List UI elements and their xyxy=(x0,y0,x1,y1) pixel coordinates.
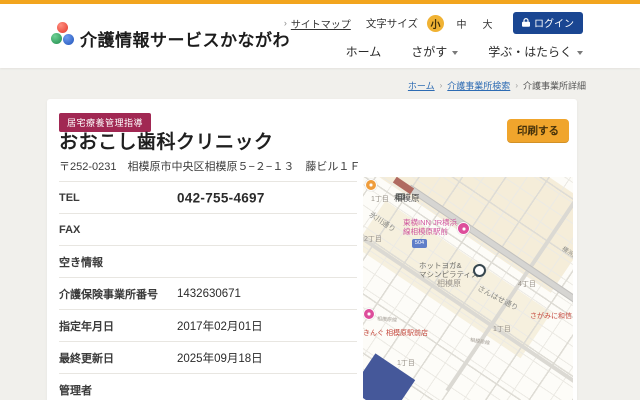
nav-item-home[interactable]: ホーム xyxy=(346,43,382,60)
map-label: 4丁目 xyxy=(518,281,536,288)
map-label: 2丁目 xyxy=(364,236,382,243)
detail-row-office-number: 介護保険事業所番号 1432630671 xyxy=(59,277,357,309)
station-label: 相模原 JR xyxy=(394,193,420,203)
nav-item-learn-work[interactable]: 学ぶ・はたらく xyxy=(488,43,583,60)
tel-value: 042-755-4697 xyxy=(177,190,265,205)
print-button[interactable]: 印刷する xyxy=(507,119,569,143)
detail-row-tel: TEL 042-755-4697 xyxy=(59,181,357,213)
chevron-right-icon: › xyxy=(439,81,443,90)
site-title: 介護情報サービスかながわ xyxy=(80,31,290,50)
breadcrumb: ホーム › 介護事業所検索 › 介護事業所詳細 xyxy=(408,79,586,92)
breadcrumb-link-home[interactable]: ホーム xyxy=(408,79,435,92)
main-nav: ホーム さがす 学ぶ・はたらく xyxy=(346,43,583,60)
chevron-down-icon xyxy=(452,50,459,55)
shop-label: さがみに和信 xyxy=(530,313,572,320)
login-button[interactable]: ログイン xyxy=(513,12,583,34)
hotel-marker-icon[interactable] xyxy=(457,222,470,235)
chevron-down-icon xyxy=(577,50,583,55)
utility-bar: › サイトマップ 文字サイズ 小 中 大 ログイン xyxy=(283,12,583,34)
facility-address: 〒252-0231 相模原市中央区相模原５−２−１３ 藤ビル１Ｆ xyxy=(59,161,361,173)
detail-row-designation-date: 指定年月日 2017年02月01日 xyxy=(59,309,357,341)
detail-row-last-updated: 最終更新日 2025年09月18日 xyxy=(59,341,357,373)
detail-row-manager: 管理者 xyxy=(59,373,357,400)
map-label: 1丁目 xyxy=(493,326,511,333)
location-map[interactable]: 1丁目 相模原 JR 氷川通り 2丁目 東横INN JR横浜 線相模原駅前 504 … xyxy=(363,177,573,400)
site-logo-icon xyxy=(50,21,76,49)
login-label: ログイン xyxy=(534,19,574,30)
facility-name: おおこし歯科クリニック xyxy=(59,132,274,153)
map-label: 1丁目 xyxy=(397,360,415,367)
place-marker-icon[interactable] xyxy=(473,264,486,277)
sitemap-link[interactable]: サイトマップ xyxy=(291,16,351,31)
header: 介護情報サービスかながわ › サイトマップ 文字サイズ 小 中 大 ログイン ホ… xyxy=(0,4,640,68)
nav-item-search[interactable]: さがす xyxy=(411,43,459,60)
facility-detail-card: 居宅療養管理指導 印刷する おおこし歯科クリニック 〒252-0231 相模原市… xyxy=(47,99,577,400)
breadcrumb-link-search[interactable]: 介護事業所検索 xyxy=(447,79,510,92)
font-size-label: 文字サイズ xyxy=(365,17,418,30)
area-label: 相模原 xyxy=(437,279,461,288)
restaurant-marker-icon[interactable] xyxy=(365,179,377,191)
shop-label: 焼肉きんぐ 相模原駅前店 xyxy=(363,330,428,337)
shop-marker-icon[interactable] xyxy=(363,308,375,320)
map-label: 1丁目 xyxy=(371,196,389,203)
road-label: 相模原線 xyxy=(376,316,398,324)
chevron-right-icon: › xyxy=(283,18,287,28)
lock-icon xyxy=(522,18,530,27)
font-size-small-button[interactable]: 小 xyxy=(427,14,444,32)
breadcrumb-current: 介護事業所詳細 xyxy=(522,81,586,91)
font-size-medium-button[interactable]: 中 xyxy=(453,15,470,32)
route-shield-icon: 504 xyxy=(412,239,427,248)
page: 介護情報サービスかながわ › サイトマップ 文字サイズ 小 中 大 ログイン ホ… xyxy=(0,0,640,400)
detail-row-fax: FAX xyxy=(59,213,357,245)
detail-row-availability: 空き情報 xyxy=(59,245,357,277)
chevron-right-icon: › xyxy=(515,81,518,90)
font-size-large-button[interactable]: 大 xyxy=(479,15,496,32)
detail-table: TEL 042-755-4697 FAX 空き情報 介護保険事業所番号 1432… xyxy=(59,181,357,400)
